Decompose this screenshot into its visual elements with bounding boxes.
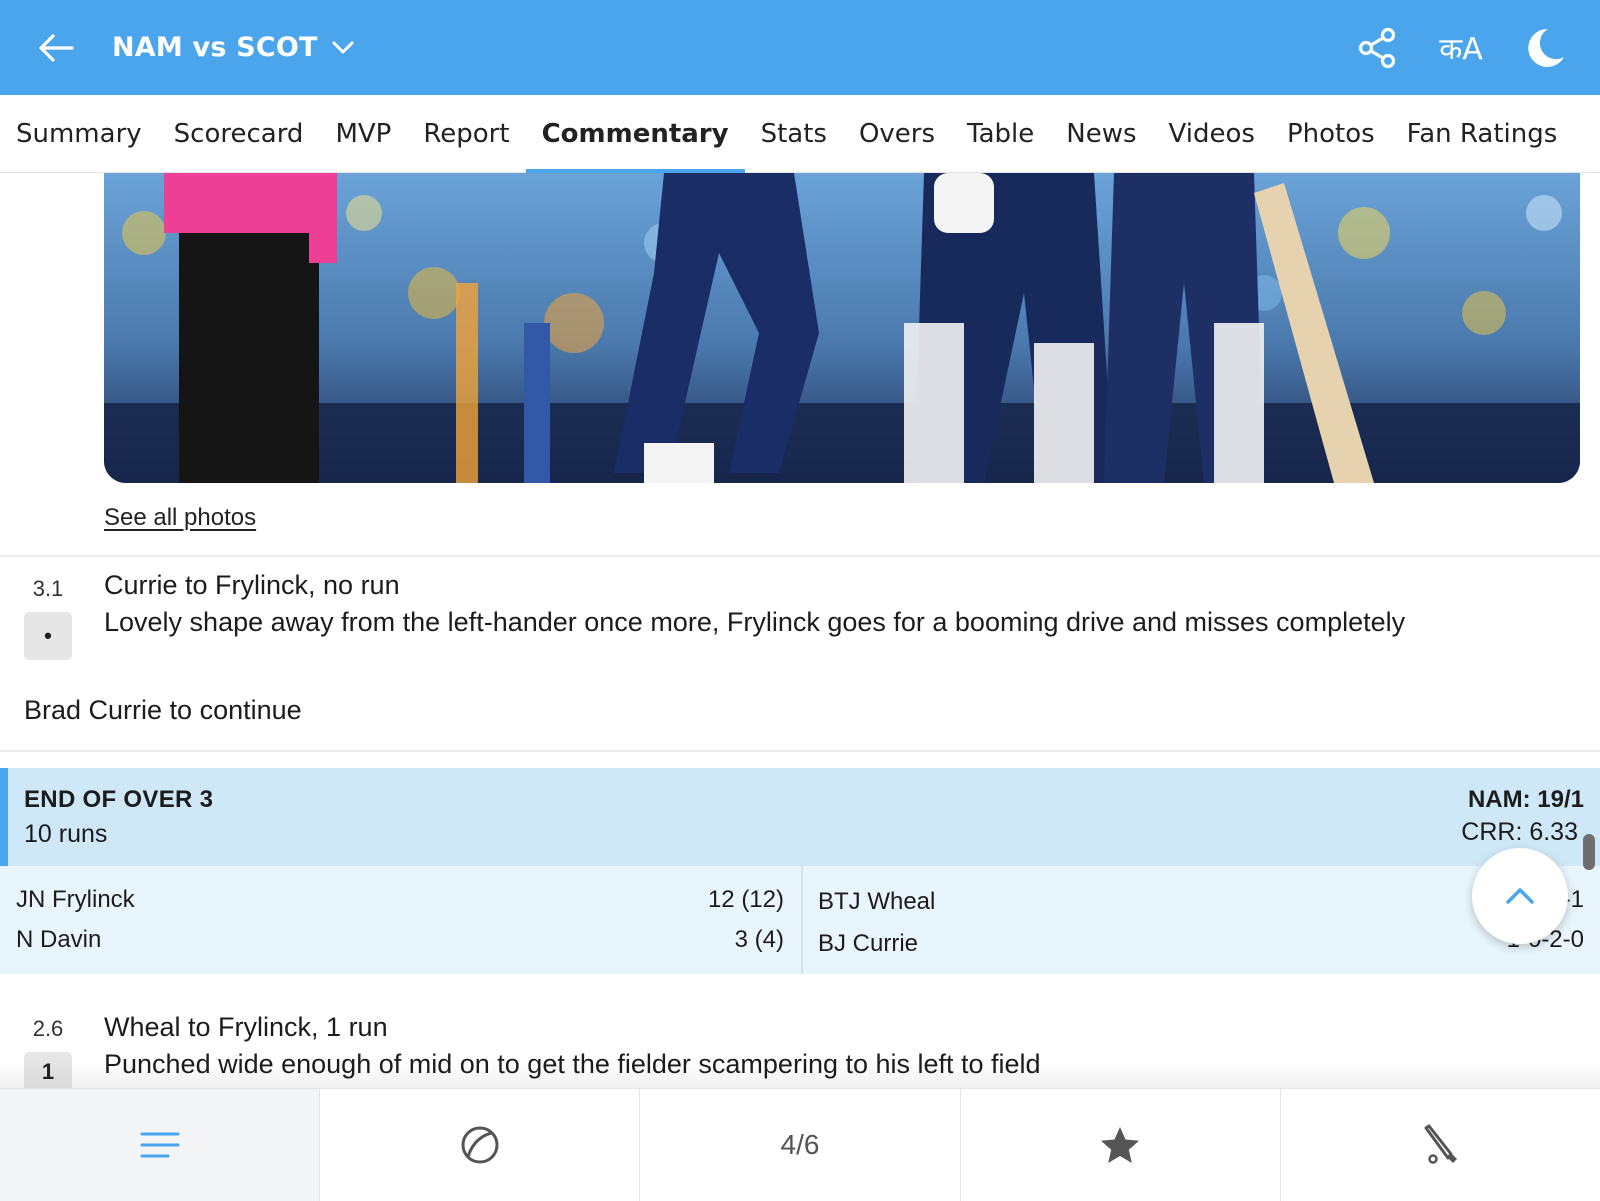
over-summary-title: END OF OVER 3	[24, 786, 214, 813]
bowler-name[interactable]: BTJ Wheal	[818, 888, 935, 916]
list-lines-icon	[140, 1132, 180, 1158]
commentary-text: Lovely shape away from the left-hander o…	[104, 607, 1406, 637]
ball-over-number: 3.1	[32, 576, 64, 601]
match-title[interactable]: NAM vs SCOT	[112, 32, 318, 63]
ball-over-number: 2.6	[32, 1016, 64, 1041]
cricket-bat-icon	[1424, 1124, 1458, 1164]
header-actions: कA	[1352, 0, 1570, 95]
scrollbar-thumb[interactable]	[1583, 834, 1595, 870]
boundary-counter: 4/6	[780, 1129, 820, 1160]
star-icon	[1101, 1127, 1140, 1163]
team-score: NAM: 19/1	[1467, 786, 1584, 813]
chevron-down-icon[interactable]	[332, 41, 354, 55]
over-player-stats: JN Frylinck 12 (12) N Davin 3 (4) BTJ Wh…	[0, 866, 1600, 974]
column-divider	[801, 866, 803, 974]
batter-stat: 12 (12)	[707, 886, 784, 913]
match-photo[interactable]	[104, 173, 1580, 483]
scroll-to-top-button[interactable]	[1472, 848, 1568, 944]
current-run-rate: CRR: 6.33	[1461, 818, 1578, 846]
section-divider	[0, 750, 1600, 752]
language-icon[interactable]: कA	[1436, 23, 1486, 73]
tab-stats[interactable]: Stats	[745, 95, 843, 173]
match-tabs: Summary Scorecard MVP Report Commentary …	[0, 95, 1600, 173]
commentary-headline: Currie to Frylinck, no run	[104, 570, 400, 600]
boundary-counter-button[interactable]: 4/6	[640, 1089, 961, 1201]
language-label: कA	[1439, 32, 1483, 67]
chevron-up-icon	[1506, 888, 1534, 904]
batting-filter-button[interactable]	[1281, 1089, 1600, 1201]
batter-name[interactable]: JN Frylinck	[16, 886, 135, 914]
tab-table[interactable]: Table	[951, 95, 1050, 173]
commentary-list-button[interactable]	[0, 1089, 321, 1201]
tab-commentary[interactable]: Commentary	[525, 95, 745, 173]
commentary-headline: Wheal to Frylinck, 1 run	[104, 1012, 388, 1042]
bottom-nav-shadow	[0, 1060, 1600, 1088]
tab-videos[interactable]: Videos	[1153, 95, 1271, 173]
tab-news[interactable]: News	[1050, 95, 1152, 173]
bowler-name[interactable]: BJ Currie	[818, 930, 918, 958]
tab-report[interactable]: Report	[407, 95, 525, 173]
highlights-button[interactable]	[961, 1089, 1281, 1201]
share-icon[interactable]	[1352, 23, 1402, 73]
tab-overs[interactable]: Overs	[843, 95, 951, 173]
bottom-navigation: 4/6	[0, 1088, 1600, 1201]
commentary-note: Brad Currie to continue	[24, 695, 302, 725]
batter-stat: 3 (4)	[734, 926, 784, 953]
dark-mode-moon-icon[interactable]	[1520, 23, 1570, 73]
over-runs: 10 runs	[24, 820, 108, 848]
batter-name[interactable]: N Davin	[16, 926, 101, 954]
tab-scorecard[interactable]: Scorecard	[158, 95, 320, 173]
section-divider	[0, 555, 1600, 557]
end-of-over-summary: END OF OVER 3 10 runs NAM: 19/1 CRR: 6.3…	[0, 768, 1600, 866]
ball-icon	[461, 1126, 499, 1164]
back-arrow-icon[interactable]	[28, 20, 84, 76]
tab-fan-ratings[interactable]: Fan Ratings	[1391, 95, 1574, 173]
tab-mvp[interactable]: MVP	[319, 95, 407, 173]
tab-summary[interactable]: Summary	[0, 95, 158, 173]
see-all-photos-link[interactable]: See all photos	[104, 504, 256, 532]
top-app-bar: NAM vs SCOT कA	[0, 0, 1600, 95]
tab-photos[interactable]: Photos	[1271, 95, 1391, 173]
ball-result-badge: •	[24, 612, 72, 660]
wickets-filter-button[interactable]	[320, 1089, 641, 1201]
